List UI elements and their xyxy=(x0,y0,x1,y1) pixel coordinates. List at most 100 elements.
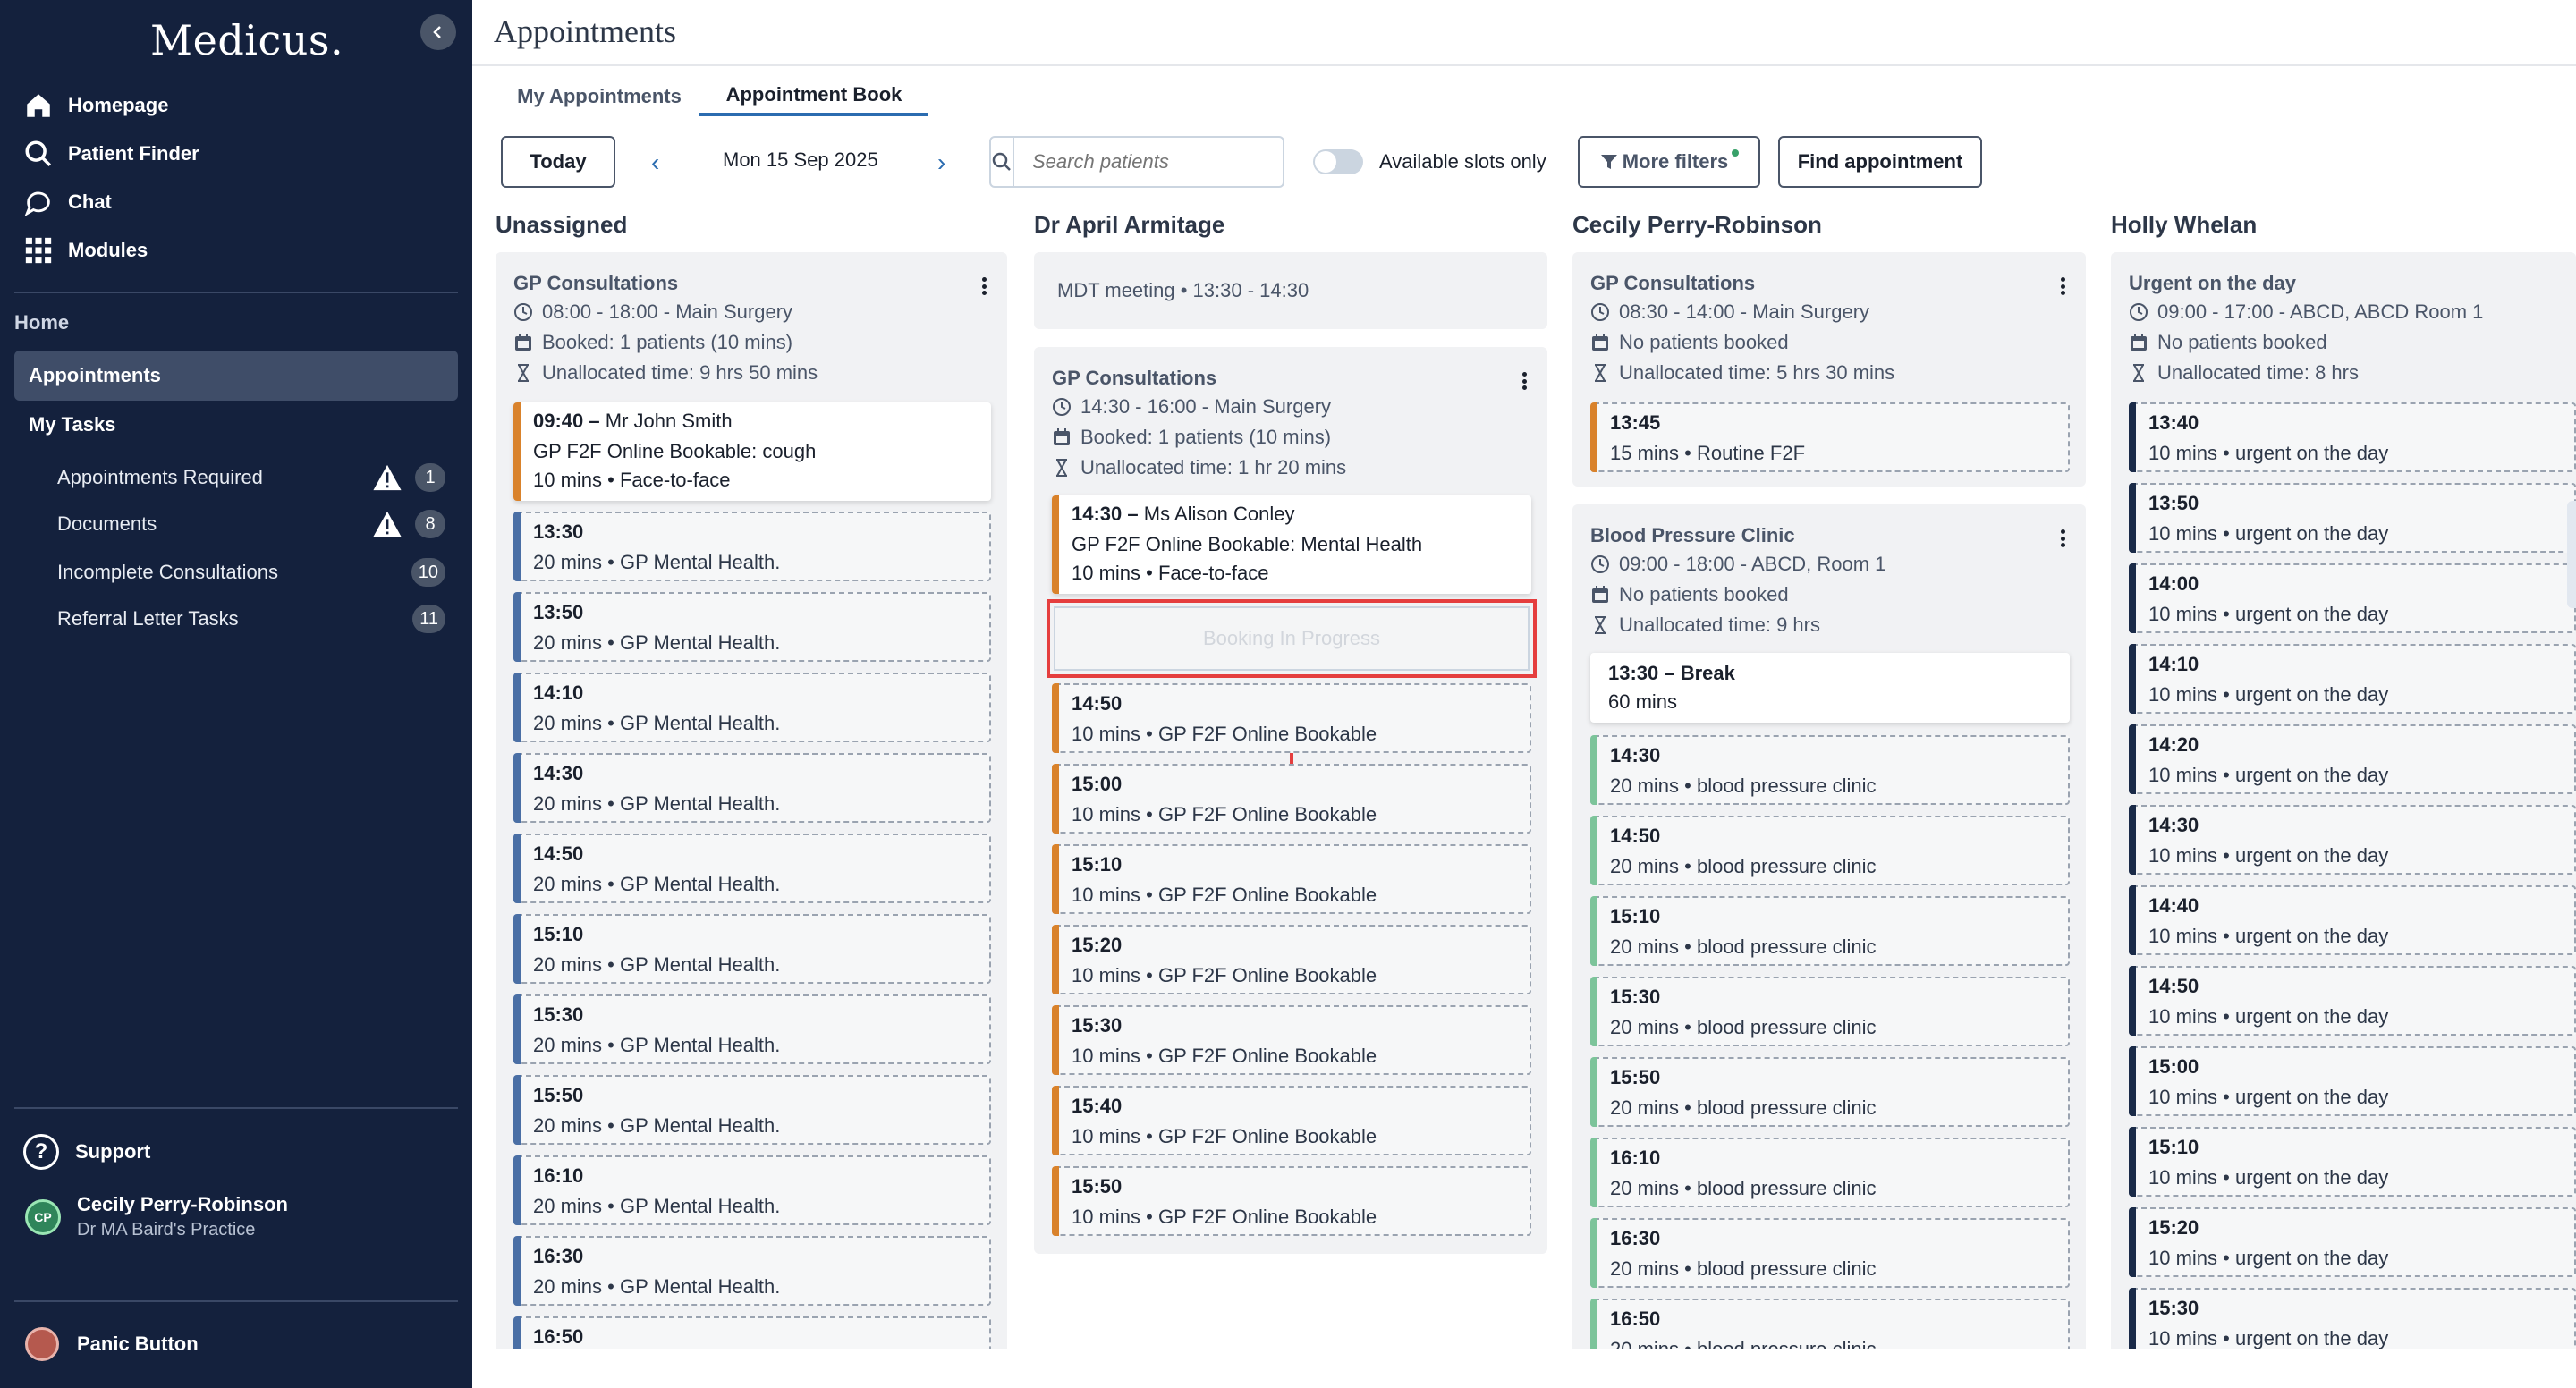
slot-time: 16:10 xyxy=(533,1164,584,1187)
booked-appointment[interactable]: 14:30 – Ms Alison Conley GP F2F Online B… xyxy=(1052,495,1531,594)
appointment-slot[interactable]: 14:10 20 mins • GP Mental Health. xyxy=(513,673,991,742)
horizontal-scroll-handle[interactable] xyxy=(2567,501,2576,608)
appointment-slot[interactable]: 15:30 10 mins • GP F2F Online Bookable xyxy=(1052,1005,1531,1075)
session-unallocated: Unallocated time: 8 hrs xyxy=(2129,361,2359,385)
appointment-slot[interactable]: 13:30 20 mins • GP Mental Health. xyxy=(513,512,991,581)
panic-button[interactable]: Panic Button xyxy=(25,1327,199,1361)
clock-icon xyxy=(514,303,532,321)
nav-chat[interactable]: Chat xyxy=(23,182,112,222)
appointment-slot[interactable]: 15:40 10 mins • GP F2F Online Bookable xyxy=(1052,1086,1531,1155)
session-menu-icon[interactable] xyxy=(1513,370,1535,392)
my-tasks-heading[interactable]: My Tasks xyxy=(29,413,115,436)
appointment-slot[interactable]: 14:40 10 mins • urgent on the day xyxy=(2129,885,2576,955)
previous-day-button[interactable]: ‹ xyxy=(651,148,659,177)
find-appointment-button[interactable]: Find appointment xyxy=(1778,136,1982,188)
slot-description: 20 mins • GP Mental Health. xyxy=(533,953,781,976)
appointment-slot[interactable]: 14:50 20 mins • GP Mental Health. xyxy=(513,834,991,903)
nav-homepage[interactable]: Homepage xyxy=(23,86,168,125)
slot-color-bar xyxy=(2129,563,2136,633)
search-input[interactable] xyxy=(1014,138,1293,186)
booked-appointment[interactable]: 09:40 – Mr John Smith GP F2F Online Book… xyxy=(513,402,991,501)
appointment-slot[interactable]: 14:00 10 mins • urgent on the day xyxy=(2129,563,2576,633)
nav-patient-finder[interactable]: Patient Finder xyxy=(23,134,199,174)
tab-appointment-book[interactable]: Appointment Book xyxy=(699,77,928,116)
task-appointments-required[interactable]: Appointments Required 1 xyxy=(57,460,445,495)
slot-description: 10 mins • urgent on the day xyxy=(2148,522,2389,545)
appointment-slot[interactable]: 15:20 10 mins • urgent on the day xyxy=(2129,1207,2576,1277)
appointment-slot[interactable]: 13:45 15 mins • Routine F2F xyxy=(1590,402,2070,472)
appointment-slot[interactable]: 16:10 20 mins • blood pressure clinic xyxy=(1590,1138,2070,1207)
session-menu-icon[interactable] xyxy=(2052,528,2073,549)
sidebar-item-appointments[interactable]: Appointments xyxy=(14,351,458,401)
session-menu-icon[interactable] xyxy=(2052,275,2073,297)
appointment-slot[interactable]: 16:10 20 mins • GP Mental Health. xyxy=(513,1155,991,1225)
meeting-text: MDT meeting • 13:30 - 14:30 xyxy=(1057,279,1309,301)
slot-description: 10 mins • urgent on the day xyxy=(2148,1086,2389,1108)
appointment-slot[interactable]: 14:30 20 mins • blood pressure clinic xyxy=(1590,735,2070,805)
patient-name: Ms Alison Conley xyxy=(1143,503,1295,525)
break-block[interactable]: 13:30 – Break 60 mins xyxy=(1590,653,2070,723)
session-menu-icon[interactable] xyxy=(973,275,995,297)
appointment-slot[interactable]: 15:00 10 mins • urgent on the day xyxy=(2129,1046,2576,1116)
appointment-slot[interactable]: 15:10 10 mins • GP F2F Online Bookable xyxy=(1052,844,1531,914)
appointment-slot[interactable]: 13:50 20 mins • GP Mental Health. xyxy=(513,592,991,662)
collapse-sidebar-button[interactable] xyxy=(420,14,456,50)
appointment-slot[interactable]: 14:30 20 mins • GP Mental Health. xyxy=(513,753,991,823)
appointment-slot[interactable]: 15:10 20 mins • GP Mental Health. xyxy=(513,914,991,984)
appointment-slot[interactable]: 14:50 20 mins • blood pressure clinic xyxy=(1590,816,2070,885)
session-unallocated-text: Unallocated time: 1 hr 20 mins xyxy=(1080,456,1347,478)
slot-description: 20 mins • blood pressure clinic xyxy=(1610,1257,1877,1280)
appointment-slot[interactable]: 13:40 10 mins • urgent on the day xyxy=(2129,402,2576,472)
appointment-slot[interactable]: 16:30 20 mins • GP Mental Health. xyxy=(513,1236,991,1306)
slot-time: 15:30 xyxy=(2148,1297,2199,1319)
session-title: Urgent on the day xyxy=(2129,272,2297,294)
task-incomplete-consultations[interactable]: Incomplete Consultations 10 xyxy=(57,554,445,590)
slot-color-bar xyxy=(2129,1207,2136,1277)
nav-patient-finder-label: Patient Finder xyxy=(68,142,199,165)
appointment-slot[interactable]: 14:30 10 mins • urgent on the day xyxy=(2129,805,2576,875)
slot-color-bar xyxy=(2129,724,2136,794)
slot-color-bar xyxy=(2129,1288,2136,1358)
session-unallocated: Unallocated time: 1 hr 20 mins xyxy=(1052,456,1346,479)
slot-color-bar xyxy=(513,512,521,581)
appointment-slot[interactable]: 15:50 20 mins • GP Mental Health. xyxy=(513,1075,991,1145)
more-filters-button[interactable]: More filters xyxy=(1578,136,1760,188)
appointment-slot[interactable]: 15:20 10 mins • GP F2F Online Bookable xyxy=(1052,925,1531,994)
slot-color-bar xyxy=(2129,483,2136,553)
task-referral-letter-tasks[interactable]: Referral Letter Tasks 11 xyxy=(57,601,445,637)
mdt-meeting-block[interactable]: MDT meeting • 13:30 - 14:30 xyxy=(1034,252,1547,329)
today-button[interactable]: Today xyxy=(501,136,615,188)
appointment-slot[interactable]: 15:30 20 mins • blood pressure clinic xyxy=(1590,977,2070,1046)
appointment-slot[interactable]: 16:30 20 mins • blood pressure clinic xyxy=(1590,1218,2070,1288)
appointment-slot[interactable]: 15:30 10 mins • urgent on the day xyxy=(2129,1288,2576,1358)
search-button[interactable] xyxy=(991,138,1014,186)
home-section-label[interactable]: Home xyxy=(14,311,69,334)
appointment-slot[interactable]: 14:10 10 mins • urgent on the day xyxy=(2129,644,2576,714)
appointment-slot[interactable]: 15:10 10 mins • urgent on the day xyxy=(2129,1127,2576,1197)
appointment-slot[interactable]: 15:30 20 mins • GP Mental Health. xyxy=(513,994,991,1064)
slot-description: 20 mins • blood pressure clinic xyxy=(1610,855,1877,877)
session-unallocated: Unallocated time: 9 hrs xyxy=(1590,614,1820,637)
appointment-slot[interactable]: 15:50 20 mins • blood pressure clinic xyxy=(1590,1057,2070,1127)
appointment-slot[interactable]: 14:20 10 mins • urgent on the day xyxy=(2129,724,2576,794)
appointment-slot[interactable]: 15:10 20 mins • blood pressure clinic xyxy=(1590,896,2070,966)
appointment-slot[interactable]: 13:50 10 mins • urgent on the day xyxy=(2129,483,2576,553)
appointment-slot[interactable]: 15:00 10 mins • GP F2F Online Bookable xyxy=(1052,764,1531,834)
current-date[interactable]: Mon 15 Sep 2025 xyxy=(723,148,878,172)
available-slots-toggle[interactable] xyxy=(1313,149,1363,174)
slot-time: 14:00 xyxy=(2148,572,2199,595)
next-day-button[interactable]: › xyxy=(937,148,945,177)
nav-modules[interactable]: Modules xyxy=(23,231,148,270)
appointment-slot[interactable]: 14:50 10 mins • GP F2F Online Bookable xyxy=(1052,683,1531,753)
task-documents[interactable]: Documents 8 xyxy=(57,506,445,542)
more-filters-label: More filters xyxy=(1622,150,1729,173)
tab-my-appointments[interactable]: My Appointments xyxy=(504,77,694,116)
clock-icon xyxy=(1591,555,1609,573)
search-icon xyxy=(992,152,1011,171)
slot-color-bar xyxy=(1590,977,1597,1046)
appointment-slot[interactable]: 15:50 10 mins • GP F2F Online Bookable xyxy=(1052,1166,1531,1236)
appointment-time: 09:40 – xyxy=(533,410,600,432)
appointment-slot[interactable]: 14:50 10 mins • urgent on the day xyxy=(2129,966,2576,1036)
support-link[interactable]: ? Support xyxy=(23,1134,150,1170)
current-user[interactable]: CP Cecily Perry-Robinson Dr MA Baird's P… xyxy=(25,1193,288,1240)
